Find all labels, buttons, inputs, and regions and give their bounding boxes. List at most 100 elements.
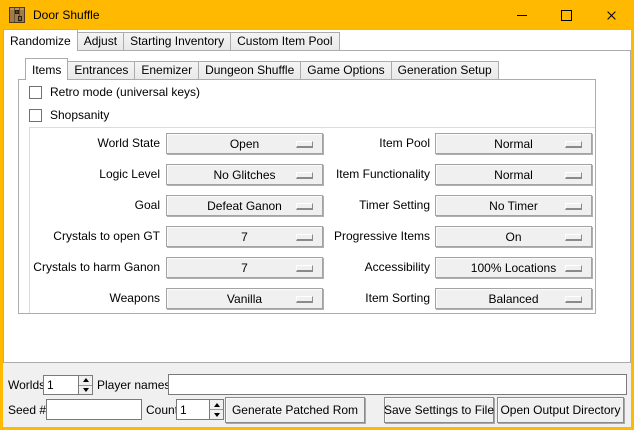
spinner-arrows xyxy=(78,376,92,394)
item-sorting-dropdown[interactable]: Balanced xyxy=(435,288,592,309)
spinner-arrows xyxy=(209,400,223,419)
count-input[interactable] xyxy=(177,400,210,419)
worlds-spinner[interactable] xyxy=(43,375,93,395)
dropdown-value: Defeat Ganon xyxy=(207,199,282,213)
goal-label: Goal xyxy=(30,195,160,216)
tab-game-options[interactable]: Game Options xyxy=(300,61,391,79)
dropdown-value: No Glitches xyxy=(213,168,275,182)
dropdown-value: Balanced xyxy=(488,292,538,306)
open-output-directory-button[interactable]: Open Output Directory xyxy=(497,397,624,423)
timer-setting-label: Timer Setting xyxy=(295,195,430,216)
tab-items[interactable]: Items xyxy=(25,58,68,80)
progressive-items-dropdown[interactable]: On xyxy=(435,226,592,247)
dropdown-value: No Timer xyxy=(489,199,538,213)
button-label: Save Settings to File xyxy=(384,403,494,417)
tab-generation-setup[interactable]: Generation Setup xyxy=(391,61,499,79)
seed-input[interactable] xyxy=(47,400,141,419)
arrow-down-icon xyxy=(214,413,220,417)
dropdown-indicator-icon xyxy=(565,296,582,303)
dropdown-value: Open xyxy=(230,137,259,151)
options-frame: World State Open Item Pool Normal Logic … xyxy=(29,127,595,313)
checkbox-label: Retro mode (universal keys) xyxy=(50,85,200,99)
tab-label: Items xyxy=(32,63,61,77)
tab-label: Custom Item Pool xyxy=(237,34,332,48)
progressive-items-label: Progressive Items xyxy=(295,226,430,247)
timer-setting-dropdown[interactable]: No Timer xyxy=(435,195,592,216)
accessibility-label: Accessibility xyxy=(295,257,430,278)
tab-dungeon-shuffle[interactable]: Dungeon Shuffle xyxy=(198,61,301,79)
accessibility-dropdown[interactable]: 100% Locations xyxy=(435,257,592,278)
options-row: World State Open Item Pool Normal xyxy=(30,133,595,154)
dropdown-value: Normal xyxy=(494,168,533,182)
checkbox-icon xyxy=(29,86,42,99)
window-title: Door Shuffle xyxy=(33,8,100,22)
item-sorting-label: Item Sorting xyxy=(295,288,430,309)
options-row: Goal Defeat Ganon Timer Setting No Timer xyxy=(30,195,595,216)
tab-randomize[interactable]: Randomize xyxy=(3,29,78,51)
tab-label: Adjust xyxy=(84,34,117,48)
tab-starting-inventory[interactable]: Starting Inventory xyxy=(123,32,231,50)
tab-adjust[interactable]: Adjust xyxy=(77,32,124,50)
spin-up-button[interactable] xyxy=(210,400,223,409)
tab-label: Enemizer xyxy=(141,63,192,77)
player-names-input[interactable] xyxy=(169,375,626,394)
dropdown-value: 100% Locations xyxy=(471,261,556,275)
crystals-ganon-label: Crystals to harm Ganon xyxy=(30,257,160,278)
arrow-down-icon xyxy=(83,388,89,392)
dropdown-value: 7 xyxy=(241,261,248,275)
logic-level-label: Logic Level xyxy=(30,164,160,185)
dropdown-indicator-icon xyxy=(565,141,582,148)
window-controls xyxy=(499,0,634,30)
minimize-button[interactable] xyxy=(499,0,544,30)
worlds-input[interactable] xyxy=(44,376,79,394)
tab-label: Generation Setup xyxy=(398,63,492,77)
save-settings-button[interactable]: Save Settings to File xyxy=(384,397,494,423)
tab-custom-item-pool[interactable]: Custom Item Pool xyxy=(230,32,339,50)
dropdown-indicator-icon xyxy=(565,265,582,272)
player-names-field-wrap xyxy=(168,374,627,395)
dropdown-value: Normal xyxy=(494,137,533,151)
item-functionality-dropdown[interactable]: Normal xyxy=(435,164,592,185)
item-pool-label: Item Pool xyxy=(295,133,430,154)
seed-field-wrap xyxy=(46,399,142,420)
spin-up-button[interactable] xyxy=(79,376,92,385)
bottom-bar: Worlds Player names Seed # Count Generat xyxy=(3,363,631,427)
generate-patched-rom-button[interactable]: Generate Patched Rom xyxy=(225,397,365,423)
spin-down-button[interactable] xyxy=(210,409,223,419)
dropdown-indicator-icon xyxy=(565,203,582,210)
arrow-up-icon xyxy=(83,378,89,382)
close-button[interactable] xyxy=(589,0,634,30)
count-label: Count xyxy=(146,403,178,417)
dropdown-value: On xyxy=(505,230,521,244)
spin-down-button[interactable] xyxy=(79,385,92,395)
worlds-label: Worlds xyxy=(8,378,45,392)
seed-label: Seed # xyxy=(8,403,46,417)
options-row: Logic Level No Glitches Item Functionali… xyxy=(30,164,595,185)
dropdown-value: 7 xyxy=(241,230,248,244)
title-bar: Door Shuffle xyxy=(0,0,634,30)
options-row: Crystals to harm Ganon 7 Accessibility 1… xyxy=(30,257,595,278)
shopsanity-checkbox[interactable]: Shopsanity xyxy=(29,108,109,122)
arrow-up-icon xyxy=(214,403,220,407)
tab-entrances[interactable]: Entrances xyxy=(67,61,135,79)
item-functionality-label: Item Functionality xyxy=(295,164,430,185)
retro-mode-checkbox[interactable]: Retro mode (universal keys) xyxy=(29,85,200,99)
checkbox-label: Shopsanity xyxy=(50,108,109,122)
tab-label: Randomize xyxy=(10,34,71,48)
tab-enemizer[interactable]: Enemizer xyxy=(134,61,199,79)
world-state-label: World State xyxy=(30,133,160,154)
sub-tab-bar: Items Entrances Enemizer Dungeon Shuffle… xyxy=(25,58,499,79)
count-spinner[interactable] xyxy=(176,399,224,420)
items-panel: Retro mode (universal keys) Shopsanity W… xyxy=(18,79,596,314)
tab-label: Game Options xyxy=(307,63,384,77)
checkbox-icon xyxy=(29,109,42,122)
close-icon xyxy=(606,10,617,21)
door-icon xyxy=(9,7,25,23)
options-row: Weapons Vanilla Item Sorting Balanced xyxy=(30,288,595,309)
maximize-button[interactable] xyxy=(544,0,589,30)
player-names-label: Player names xyxy=(97,378,170,392)
tab-label: Starting Inventory xyxy=(130,34,224,48)
door-shuffle-window: Door Shuffle Randomize Adjust Starting I… xyxy=(0,0,634,430)
tab-label: Entrances xyxy=(74,63,128,77)
item-pool-dropdown[interactable]: Normal xyxy=(435,133,592,154)
